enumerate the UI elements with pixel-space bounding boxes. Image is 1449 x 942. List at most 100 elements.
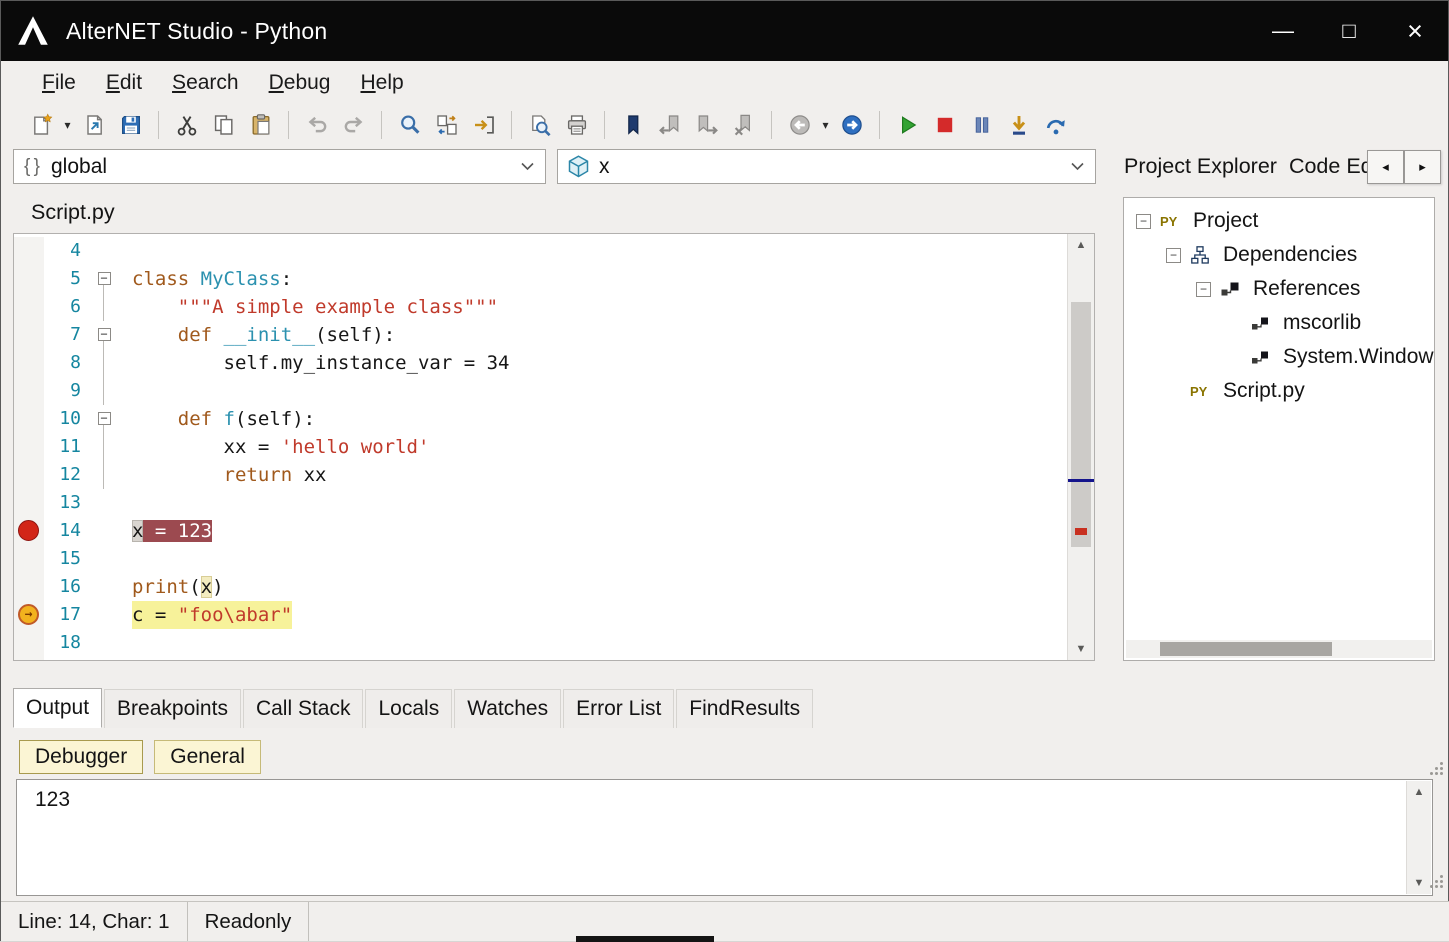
breakpoint-margin[interactable] [14,405,44,433]
clear-bookmarks-icon[interactable] [725,107,762,143]
code-text[interactable]: """A simple example class""" [118,293,498,321]
menu-help[interactable]: Help [345,64,418,102]
find-icon[interactable] [391,107,428,143]
code-text[interactable]: x = 123 [118,517,212,545]
tab-scroll-right-button[interactable]: ▸ [1404,150,1441,184]
breakpoint-margin[interactable] [14,545,44,573]
breakpoint-margin[interactable]: → [14,601,44,629]
tree-item-system-windows-forms[interactable]: System.Windows.Forms [1124,340,1434,374]
save-icon[interactable] [112,107,149,143]
previous-bookmark-icon[interactable] [651,107,688,143]
tab-code-editor[interactable]: Code Editor [1283,154,1367,179]
code-text[interactable] [118,377,132,405]
code-editor[interactable]: 45−class MyClass:6 """A simple example c… [13,233,1095,661]
collapse-icon[interactable]: − [98,272,111,285]
navigate-forward-icon[interactable] [833,107,870,143]
resize-grip[interactable] [1430,761,1444,775]
output-tab-debugger[interactable]: Debugger [19,740,143,774]
navigate-back-icon[interactable] [781,107,818,143]
copy-icon[interactable] [205,107,242,143]
tab-findresults[interactable]: FindResults [676,689,813,728]
tree-item-project[interactable]: −PYProject [1124,204,1434,238]
tree-item-mscorlib[interactable]: mscorlib [1124,306,1434,340]
new-file-icon[interactable] [23,107,60,143]
menu-edit[interactable]: Edit [91,64,157,102]
scroll-up-button[interactable]: ▲ [1407,781,1431,803]
fold-marker[interactable]: − [90,265,118,293]
replace-icon[interactable] [428,107,465,143]
breakpoint-margin[interactable] [14,517,44,545]
scrollbar-track[interactable] [1068,256,1094,638]
code-text[interactable]: return xx [118,461,326,489]
stop-icon[interactable] [926,107,963,143]
scroll-down-button[interactable]: ▼ [1407,872,1431,894]
print-icon[interactable] [558,107,595,143]
navigate-back-dropdown-icon[interactable]: ▾ [818,118,833,132]
breakpoint-margin[interactable] [14,349,44,377]
editor-vertical-scrollbar[interactable]: ▲ ▼ [1067,234,1094,660]
pause-icon[interactable] [963,107,1000,143]
scroll-up-button[interactable]: ▲ [1068,234,1094,256]
cut-icon[interactable] [168,107,205,143]
menu-file[interactable]: File [27,64,91,102]
tab-locals[interactable]: Locals [365,689,452,728]
breakpoint-icon[interactable] [18,520,39,541]
tab-breakpoints[interactable]: Breakpoints [104,689,241,728]
open-file-icon[interactable] [75,107,112,143]
minimize-button[interactable]: — [1250,1,1316,61]
collapse-icon[interactable]: − [1136,214,1151,229]
collapse-icon[interactable]: − [1166,248,1181,263]
tree-item-script-py[interactable]: PYScript.py [1124,374,1434,408]
tree-horizontal-scrollbar[interactable] [1126,640,1432,658]
tab-project-explorer[interactable]: Project Explorer [1118,154,1283,179]
scrollbar-thumb[interactable] [1160,642,1332,656]
member-combo[interactable]: x [557,149,1096,184]
tree-item-references[interactable]: −References [1124,272,1434,306]
code-text[interactable] [118,489,132,517]
collapse-icon[interactable]: − [98,328,111,341]
tab-output[interactable]: Output [13,688,102,728]
breakpoint-margin[interactable] [14,657,44,660]
output-content-box[interactable]: 123 ▲ ▼ [16,779,1433,896]
code-text[interactable]: def f(self): [118,405,315,433]
maximize-button[interactable]: □ [1316,1,1382,61]
breakpoint-margin[interactable] [14,265,44,293]
code-text[interactable]: xx = 'hello world' [118,433,429,461]
run-icon[interactable] [889,107,926,143]
scope-combo[interactable]: { } global [13,149,546,184]
resize-grip[interactable] [1430,874,1444,888]
fold-marker[interactable]: − [90,321,118,349]
breakpoint-margin[interactable] [14,293,44,321]
tab-call-stack[interactable]: Call Stack [243,689,364,728]
code-text[interactable]: print(x) [118,573,224,601]
next-bookmark-icon[interactable] [688,107,725,143]
scroll-down-button[interactable]: ▼ [1068,638,1094,660]
output-tab-general[interactable]: General [154,740,261,774]
toggle-bookmark-icon[interactable] [614,107,651,143]
code-text[interactable]: c = "foo\abar" [118,601,292,629]
chevron-down-icon[interactable] [520,162,535,171]
tab-scroll-left-button[interactable]: ◂ [1367,150,1404,184]
breakpoint-margin[interactable] [14,433,44,461]
undo-icon[interactable] [298,107,335,143]
step-into-icon[interactable] [1000,107,1037,143]
breakpoint-margin[interactable] [14,461,44,489]
step-over-icon[interactable] [1037,107,1074,143]
paste-icon[interactable] [242,107,279,143]
new-file-dropdown-icon[interactable]: ▾ [60,118,75,132]
find-in-files-icon[interactable] [521,107,558,143]
document-tab-scriptpy[interactable]: Script.py [13,191,133,233]
code-text[interactable] [118,237,132,265]
breakpoint-margin[interactable] [14,237,44,265]
breakpoint-margin[interactable] [14,377,44,405]
code-text[interactable] [118,629,132,657]
tab-error-list[interactable]: Error List [563,689,674,728]
fold-marker[interactable]: − [90,405,118,433]
redo-icon[interactable] [335,107,372,143]
code-text[interactable]: def __init__(self): [118,321,395,349]
collapse-icon[interactable]: − [1196,282,1211,297]
tree-item-dependencies[interactable]: −Dependencies [1124,238,1434,272]
goto-line-icon[interactable] [465,107,502,143]
breakpoint-margin[interactable] [14,321,44,349]
code-text[interactable] [118,545,132,573]
